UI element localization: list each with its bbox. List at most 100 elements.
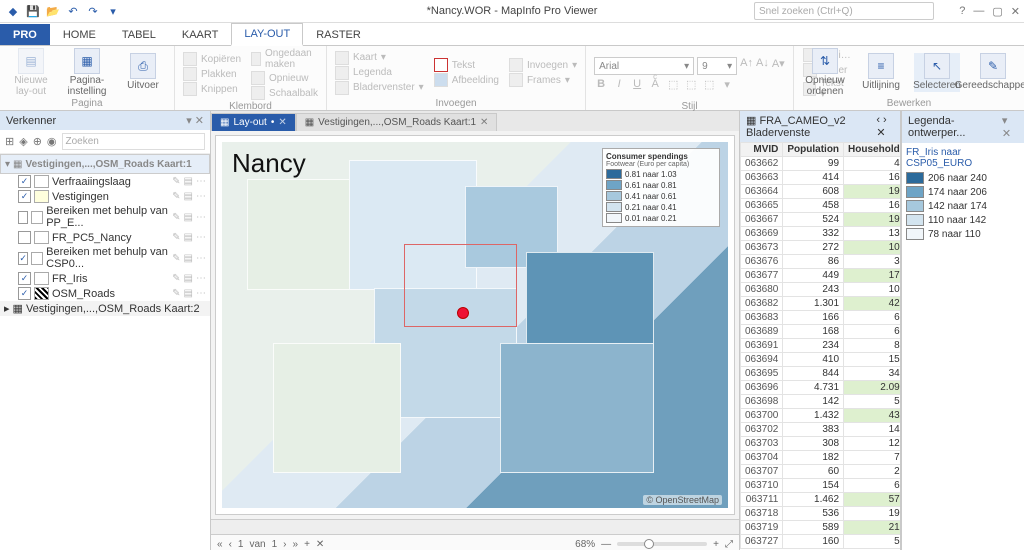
layer-item[interactable]: FR_PC5_Nancy ✎▤⋯: [0, 230, 210, 245]
layer-name: FR_Iris: [52, 273, 87, 285]
zoom-in-icon[interactable]: +: [713, 539, 719, 550]
redo-icon[interactable]: ↷: [86, 4, 100, 18]
table-row[interactable]: 063673272100: [741, 241, 901, 255]
page-remove-icon[interactable]: ✕: [316, 539, 324, 550]
layout-canvas[interactable]: Nancy Consumer spendings Footwear (Euro …: [215, 135, 735, 515]
legend-item: 174 naar 206: [906, 186, 1020, 198]
table-row[interactable]: 06368316667: [741, 311, 901, 325]
open-icon[interactable]: 📂: [46, 4, 60, 18]
doctab-map[interactable]: ▦Vestigingen,...,OSM_Roads Kaart:1✕: [296, 113, 498, 131]
fit-icon[interactable]: ⤢: [725, 539, 733, 550]
table-row[interactable]: 06369123484: [741, 339, 901, 353]
layer-name: Verfraaiingslaag: [52, 176, 131, 188]
col-header[interactable]: MVID: [741, 143, 783, 157]
legend-subtitle: FR_Iris naar CSP05_EURO: [906, 147, 1020, 169]
data-nav-icons[interactable]: ‹ › ✕: [876, 114, 894, 139]
table-row[interactable]: 0637111.462571: [741, 493, 901, 507]
tab-kaart[interactable]: KAART: [169, 24, 231, 45]
tools-button[interactable]: ✎Gereedschappen: [970, 53, 1016, 92]
minimize-icon[interactable]: —: [973, 5, 984, 18]
layer-item[interactable]: ✓ OSM_Roads ✎▤⋯: [0, 286, 210, 301]
doctab-layout[interactable]: ▦Lay-out•✕: [211, 113, 296, 131]
table-row[interactable]: 063663414164: [741, 171, 901, 185]
layer-item[interactable]: ✓ Bereiken met behulp van CSP0... ✎▤⋯: [0, 245, 210, 271]
table-row[interactable]: 063695844341: [741, 367, 901, 381]
table-row[interactable]: 0636768632: [741, 255, 901, 269]
h-scrollbar[interactable]: [211, 519, 739, 534]
tab-tabel[interactable]: TABEL: [109, 24, 169, 45]
font-style-row[interactable]: BIUAͨ⬚⬚⬚▾: [594, 78, 785, 91]
help-icon[interactable]: ?: [959, 5, 965, 18]
explorer-search-input[interactable]: Zoeken: [62, 133, 205, 150]
layer-item[interactable]: ✓ Verfraaiingslaag ✎▤⋯: [0, 174, 210, 189]
layer-item[interactable]: ✓ Vestigingen ✎▤⋯: [0, 189, 210, 204]
tree-root[interactable]: ▾▦Vestigingen,...,OSM_Roads Kaart:1: [0, 154, 210, 174]
page-first-icon[interactable]: «: [217, 539, 223, 550]
col-header[interactable]: Households: [844, 143, 900, 157]
save-icon[interactable]: 💾: [26, 4, 40, 18]
page-add-icon[interactable]: +: [304, 539, 310, 550]
explorer-close-icon[interactable]: ▾ ✕: [186, 114, 204, 127]
page-setup-button[interactable]: ▦Pagina-instelling: [64, 48, 110, 97]
table-row[interactable]: 06368916867: [741, 325, 901, 339]
table-row[interactable]: 063694410154: [741, 353, 901, 367]
zoom-slider[interactable]: [617, 542, 707, 546]
table-row[interactable]: 063669332136: [741, 227, 901, 241]
layer-item[interactable]: ✓ FR_Iris ✎▤⋯: [0, 271, 210, 286]
table-row[interactable]: 063718536198: [741, 507, 901, 521]
increase-font-icon[interactable]: A↑: [740, 57, 753, 75]
table-row[interactable]: 06370418277: [741, 451, 901, 465]
tab-pro[interactable]: PRO: [0, 24, 50, 45]
table-row[interactable]: 06369814254: [741, 395, 901, 409]
label-icon: ▤: [184, 191, 193, 202]
tab-raster[interactable]: RASTER: [303, 24, 374, 45]
select-button[interactable]: ↖Selecteren: [914, 53, 960, 92]
tab-layout[interactable]: LAY-OUT: [231, 23, 303, 46]
table-row[interactable]: 063703308129: [741, 437, 901, 451]
font-size-select[interactable]: 9▾: [697, 57, 737, 75]
more-icon: ⋯: [196, 212, 206, 223]
table-row[interactable]: 0637001.432437: [741, 409, 901, 423]
page-next-icon[interactable]: ›: [283, 539, 286, 550]
table-row[interactable]: 0636964.7312.097: [741, 381, 901, 395]
legend-close-icon[interactable]: ▾ ✕: [1002, 114, 1018, 140]
undo-icon[interactable]: ↶: [66, 4, 80, 18]
insert-list-b[interactable]: Tekst Afbeelding: [434, 58, 499, 87]
tree-root-2[interactable]: ▸▦Vestigingen,...,OSM_Roads Kaart:2: [0, 301, 210, 316]
exp-tool-icon[interactable]: ⊞: [5, 135, 14, 148]
exp-tool-icon[interactable]: ◈: [19, 135, 27, 148]
decrease-font-icon[interactable]: A↓: [756, 57, 769, 75]
insert-list-a[interactable]: Kaart ▾ Legenda Bladervenster ▾: [335, 51, 424, 95]
group-bewerken-label: Bewerken: [802, 97, 1016, 110]
page-last-icon[interactable]: »: [293, 539, 299, 550]
tab-home[interactable]: HOME: [50, 24, 109, 45]
table-row[interactable]: 0637076023: [741, 465, 901, 479]
table-row[interactable]: 063667524199: [741, 213, 901, 227]
table-row[interactable]: 063665458165: [741, 199, 901, 213]
col-header[interactable]: Population: [783, 143, 844, 157]
table-row[interactable]: 0636629940: [741, 157, 901, 171]
table-row[interactable]: 063680243109: [741, 283, 901, 297]
exp-tool-icon[interactable]: ◉: [47, 135, 57, 148]
page-prev-icon[interactable]: ‹: [229, 539, 232, 550]
table-row[interactable]: 063664608197: [741, 185, 901, 199]
qat-dropdown-icon[interactable]: ▾: [106, 4, 120, 18]
font-color-icon[interactable]: A▾: [772, 57, 785, 75]
reorder-button[interactable]: ⇅Opnieuw ordenen: [802, 48, 848, 97]
align-button[interactable]: ≡Uitlijning: [858, 53, 904, 92]
output-button[interactable]: ⎙Uitvoer: [120, 53, 166, 92]
close-icon[interactable]: ✕: [1011, 5, 1020, 18]
zoom-out-icon[interactable]: —: [601, 539, 611, 550]
quick-search-input[interactable]: Snel zoeken (Ctrl+Q): [754, 2, 934, 20]
table-row[interactable]: 063677449175: [741, 269, 901, 283]
exp-tool-icon[interactable]: ⊕: [33, 135, 42, 148]
table-row[interactable]: 063702383144: [741, 423, 901, 437]
font-family-select[interactable]: Arial▾: [594, 57, 694, 75]
table-row[interactable]: 06371015460: [741, 479, 901, 493]
table-row[interactable]: 063719589219: [741, 521, 901, 535]
maximize-icon[interactable]: ▢: [992, 5, 1002, 18]
insert-list-c[interactable]: Invoegen ▾ Frames ▾: [509, 58, 577, 87]
table-row[interactable]: 0636821.301427: [741, 297, 901, 311]
table-row[interactable]: 06372716056: [741, 535, 901, 549]
layer-item[interactable]: Bereiken met behulp van PP_E... ✎▤⋯: [0, 204, 210, 230]
